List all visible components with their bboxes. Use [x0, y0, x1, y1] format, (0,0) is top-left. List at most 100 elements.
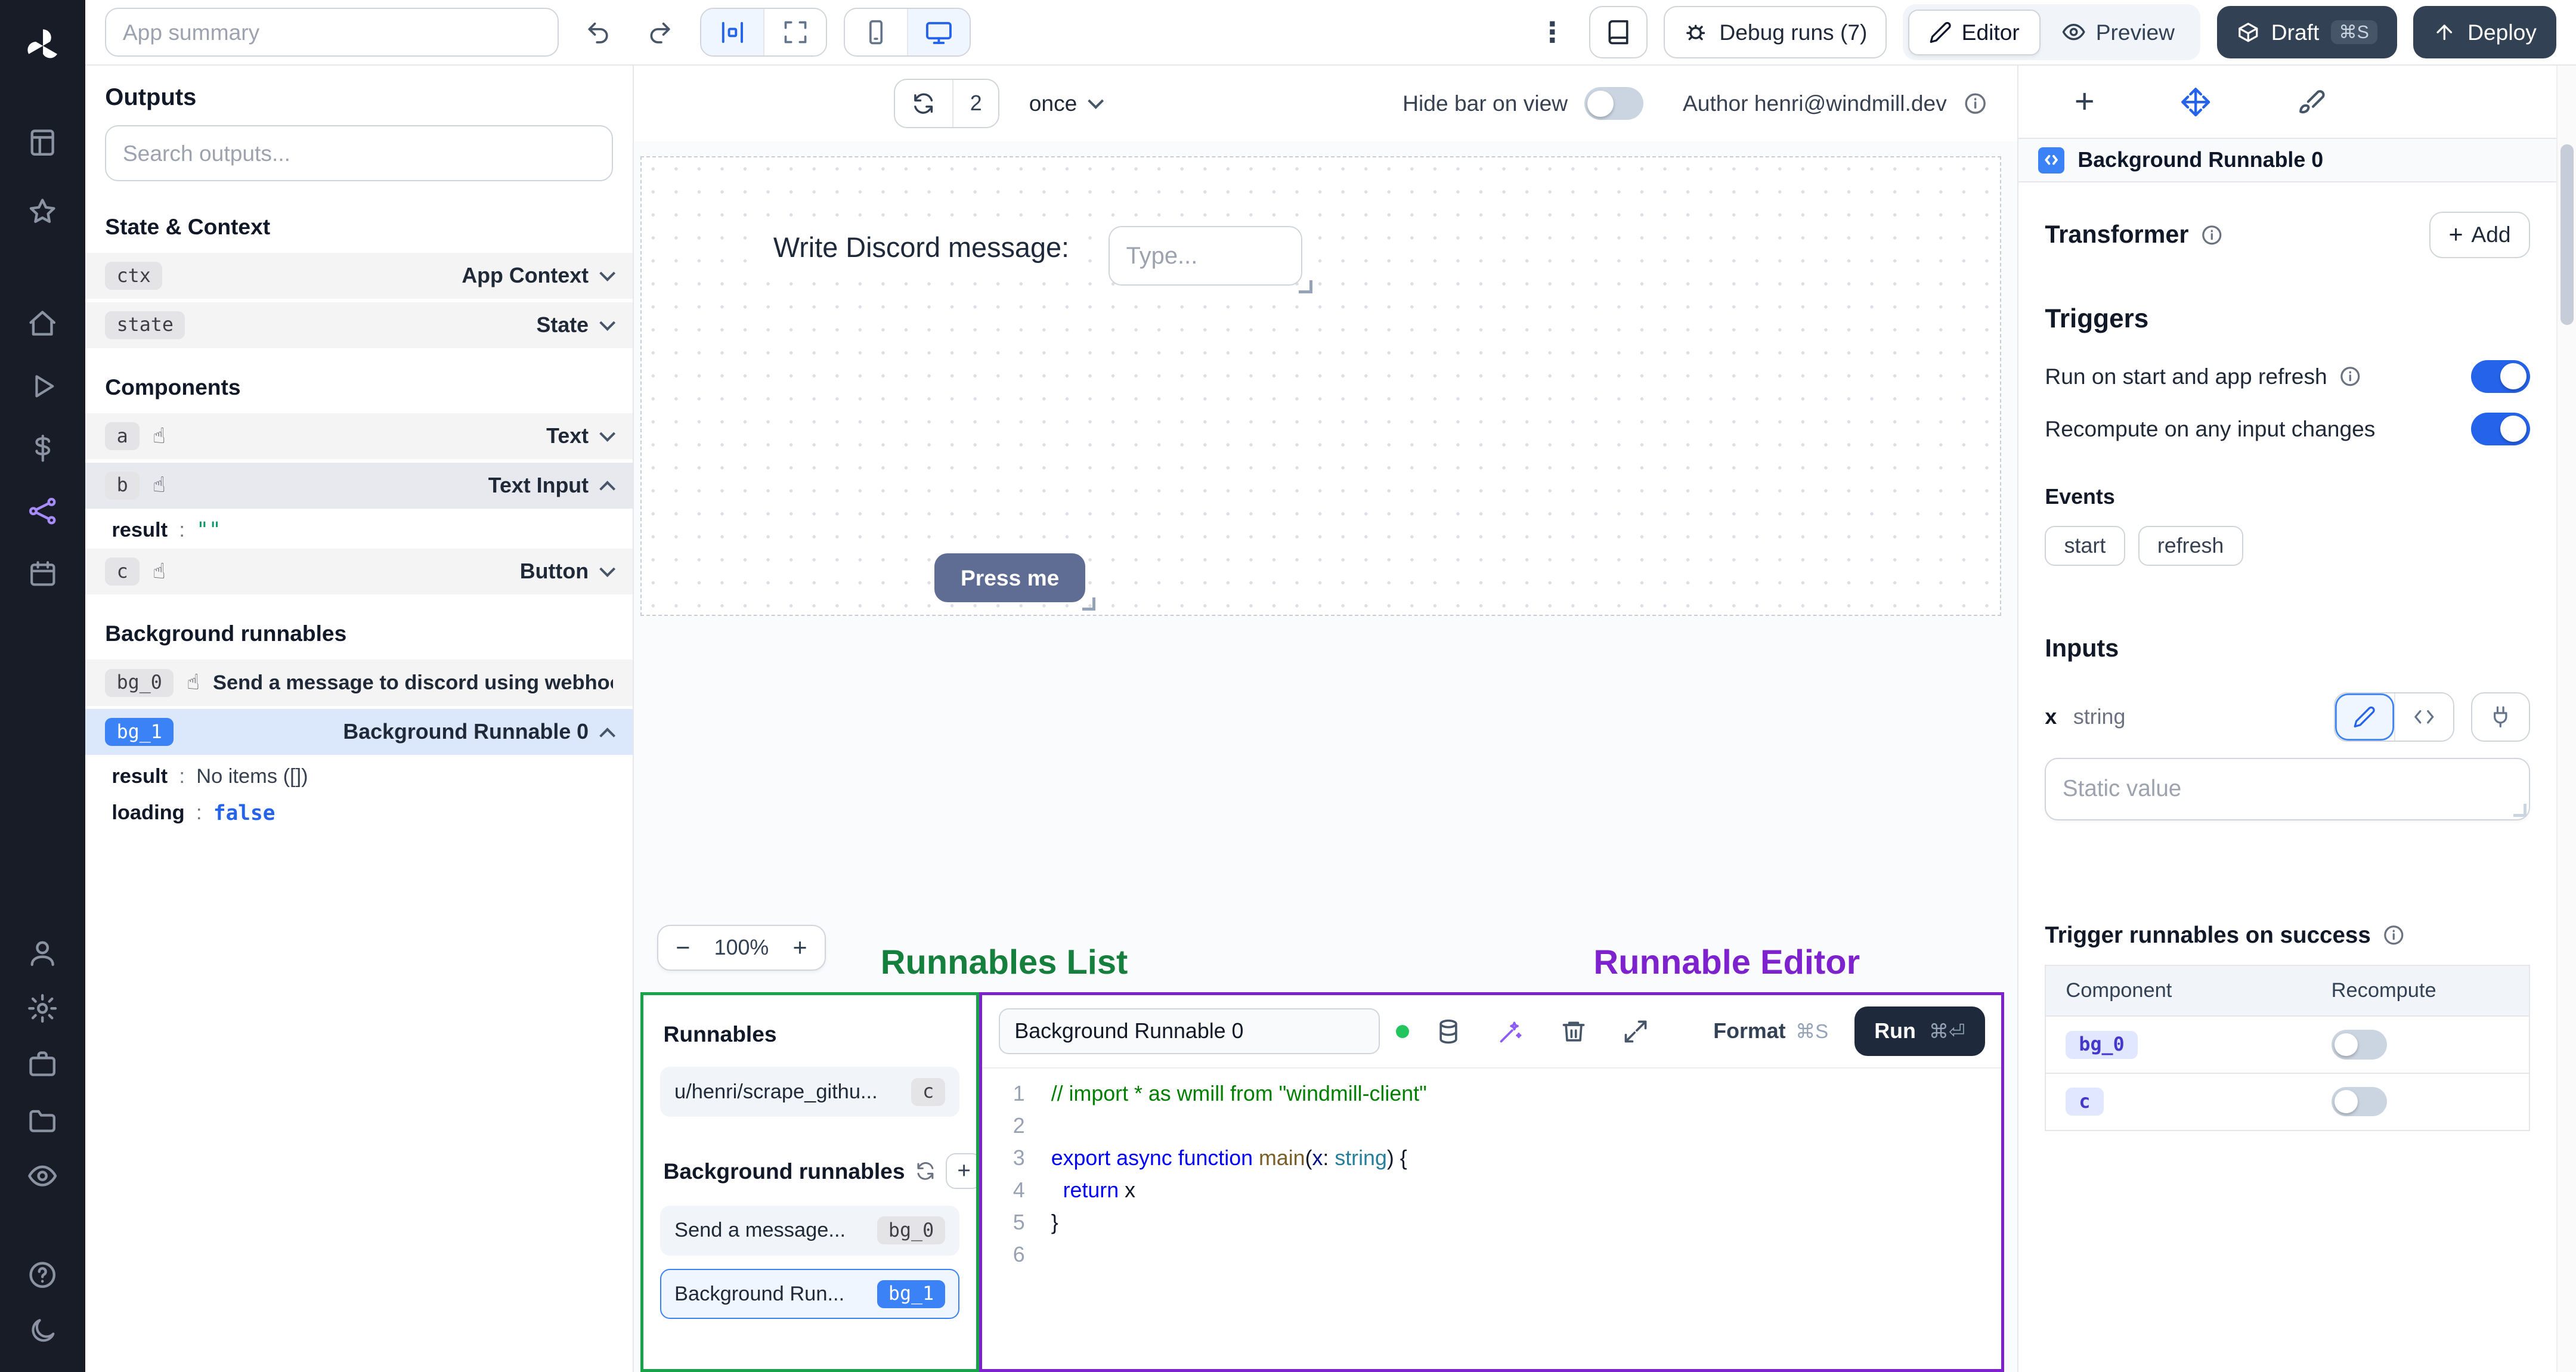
output-row-ctx[interactable]: ctx App Context — [85, 253, 633, 299]
variables-nav-button[interactable] — [13, 420, 72, 476]
info-icon[interactable] — [2200, 224, 2224, 247]
debug-runs-button[interactable]: Debug runs (7) — [1664, 6, 1887, 59]
insert-component-tab[interactable]: + — [2064, 83, 2104, 120]
output-row-bg0[interactable]: bg_0 ☝ Send a message to discord using w… — [85, 659, 633, 706]
settings-nav-button[interactable] — [13, 981, 72, 1037]
code-line[interactable]: 6 — [982, 1243, 2001, 1275]
pointer-hand-icon[interactable]: ☝ — [153, 474, 166, 496]
deploy-button[interactable]: Deploy — [2413, 6, 2556, 59]
event-start-chip[interactable]: start — [2045, 525, 2125, 566]
undo-button[interactable] — [575, 10, 621, 55]
search-outputs-input[interactable] — [105, 125, 614, 181]
audit-logs-nav-button[interactable] — [13, 1148, 72, 1204]
component-chip[interactable]: bg_0 — [2066, 1030, 2138, 1059]
runs-nav-button[interactable] — [13, 358, 72, 414]
event-refresh-chip[interactable]: refresh — [2138, 525, 2243, 566]
code-line[interactable]: 2 — [982, 1114, 2001, 1146]
zoom-in-button[interactable]: + — [775, 926, 825, 970]
hide-bar-toggle[interactable] — [1584, 87, 1643, 120]
favorites-nav-button[interactable] — [13, 184, 72, 240]
discord-message-input[interactable] — [1108, 226, 1302, 286]
runnable-item-bg0[interactable]: Send a message... bg_0 — [660, 1205, 960, 1256]
docs-button[interactable] — [1589, 6, 1648, 59]
press-me-button[interactable]: Press me — [934, 553, 1086, 603]
resize-handle[interactable] — [2513, 804, 2527, 817]
scrollbar[interactable] — [2556, 66, 2576, 1372]
output-row-state[interactable]: state State — [85, 302, 633, 348]
user-nav-button[interactable] — [13, 925, 72, 981]
app-canvas[interactable]: Write Discord message: Press me − 100% — [634, 141, 2017, 992]
preview-tab[interactable]: Preview — [2041, 10, 2196, 55]
code-line[interactable]: 3 export async function main(x: string) { — [982, 1146, 2001, 1178]
zoom-out-button[interactable]: − — [658, 926, 708, 970]
chevron-down-icon[interactable] — [599, 314, 616, 331]
app-canvas-grid[interactable]: Write Discord message: Press me — [640, 156, 2001, 617]
chevron-up-icon[interactable] — [599, 481, 616, 497]
recompute-toggle[interactable] — [2331, 1086, 2388, 1117]
refresh-interval-dropdown[interactable]: once — [1019, 89, 1111, 118]
mobile-view-button[interactable] — [844, 8, 908, 56]
chevron-down-icon[interactable] — [599, 265, 616, 282]
styling-tab[interactable] — [2287, 85, 2336, 118]
more-menu-button[interactable]: ⋮ — [1532, 16, 1573, 49]
info-icon[interactable] — [1963, 91, 1987, 116]
folders-nav-button[interactable] — [13, 1092, 72, 1148]
theme-toggle-button[interactable] — [13, 1303, 72, 1359]
pointer-hand-icon[interactable]: ☝ — [153, 425, 166, 447]
scrollbar-thumb[interactable] — [2560, 144, 2574, 326]
resize-handle[interactable] — [1082, 597, 1095, 611]
refresh-icon[interactable] — [915, 1160, 936, 1182]
add-background-runnable-button[interactable]: + — [946, 1153, 977, 1190]
pointer-hand-icon[interactable]: ☝ — [153, 560, 166, 583]
chevron-up-icon[interactable] — [599, 727, 616, 744]
apps-nav-button[interactable] — [13, 115, 72, 171]
full-width-button[interactable] — [763, 8, 826, 56]
output-row-b[interactable]: b ☝ Text Input — [85, 462, 633, 509]
help-button[interactable] — [13, 1247, 72, 1303]
workers-nav-button[interactable] — [13, 1036, 72, 1092]
home-nav-button[interactable] — [13, 296, 72, 352]
run-on-start-toggle[interactable] — [2470, 360, 2530, 393]
component-chip[interactable]: c — [2066, 1088, 2104, 1116]
redo-button[interactable] — [637, 10, 683, 55]
chevron-down-icon[interactable] — [599, 561, 616, 578]
delete-runnable-button[interactable] — [1550, 1017, 1596, 1046]
format-button[interactable]: Format ⌘S — [1704, 1017, 1838, 1045]
code-line[interactable]: 4 return x — [982, 1178, 2001, 1210]
windmill-logo[interactable] — [13, 17, 72, 76]
draft-button[interactable]: Draft ⌘S — [2216, 6, 2397, 59]
code-editor[interactable]: 1// import * as wmill from "windmill-cli… — [982, 1069, 2002, 1369]
output-row-c[interactable]: c ☝ Button — [85, 549, 633, 595]
run-button[interactable]: Run ⌘⏎ — [1854, 1006, 1985, 1056]
expand-editor-button[interactable] — [1613, 1017, 1659, 1046]
refresh-button[interactable] — [895, 80, 952, 127]
runnable-title-input[interactable] — [998, 1008, 1380, 1055]
refresh-count[interactable]: 2 — [952, 80, 998, 127]
editor-tab[interactable]: Editor — [1908, 9, 2041, 55]
info-icon[interactable] — [2382, 924, 2405, 947]
output-row-bg1[interactable]: bg_1 Background Runnable 0 — [85, 709, 633, 755]
add-transformer-button[interactable]: + Add — [2429, 212, 2530, 258]
output-row-a[interactable]: a ☝ Text — [85, 413, 633, 460]
resize-handle[interactable] — [1299, 280, 1312, 294]
chevron-down-icon[interactable] — [599, 425, 616, 442]
static-value-input[interactable] — [2045, 758, 2530, 820]
ai-assist-button[interactable] — [1488, 1017, 1534, 1046]
eval-input-mode-button[interactable] — [2394, 693, 2454, 741]
info-icon[interactable] — [2339, 365, 2362, 388]
runnable-item-script[interactable]: u/henri/scrape_githu... c — [660, 1067, 960, 1117]
recompute-toggle[interactable] — [2331, 1030, 2388, 1060]
runnable-item-bg1[interactable]: Background Run... bg_1 — [660, 1269, 960, 1320]
text-component[interactable]: Write Discord message: — [763, 226, 1079, 268]
schedules-nav-button[interactable] — [13, 546, 72, 602]
code-line[interactable]: 5} — [982, 1210, 2001, 1243]
code-line[interactable]: 1// import * as wmill from "windmill-cli… — [982, 1082, 2001, 1114]
app-summary-input[interactable] — [105, 7, 559, 57]
desktop-view-button[interactable] — [907, 8, 970, 56]
connect-input-mode-button[interactable] — [2470, 692, 2530, 742]
static-input-mode-button[interactable] — [2334, 693, 2394, 741]
recompute-on-change-toggle[interactable] — [2470, 412, 2530, 445]
component-settings-tab[interactable] — [2170, 85, 2221, 119]
pointer-hand-icon[interactable]: ☝ — [187, 671, 200, 693]
bounded-width-button[interactable] — [701, 8, 764, 56]
